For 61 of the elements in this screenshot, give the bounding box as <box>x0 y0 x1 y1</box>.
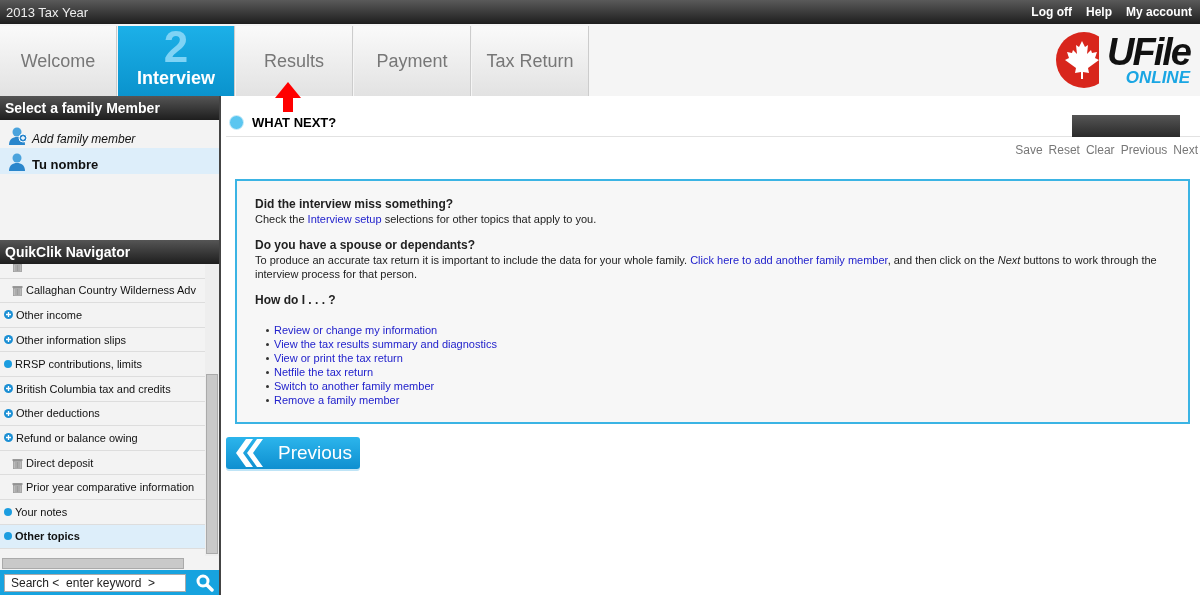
plus-icon <box>4 335 13 345</box>
dot-icon <box>4 360 12 369</box>
top-link[interactable]: Log off <box>1031 5 1072 19</box>
bullet-icon <box>266 384 269 388</box>
status-dot <box>229 114 244 130</box>
add-person-icon <box>8 126 28 146</box>
inline-link[interactable]: Click here to add another family member <box>690 254 888 266</box>
plus-icon <box>4 408 13 418</box>
search-field[interactable]: Search < enter keyword > <box>4 573 186 592</box>
action-link[interactable]: Reset <box>1048 143 1080 157</box>
section-heading: Did the interview miss something? <box>255 197 455 211</box>
inline-link[interactable]: Interview setup <box>307 213 382 225</box>
search-icon[interactable] <box>196 573 214 592</box>
how-to-link[interactable]: View or print the tax return <box>274 351 403 365</box>
step-number: 2 <box>163 27 189 67</box>
paragraph: Check the Interview setup selections for other topics that apply to you. <box>255 212 598 226</box>
bullet-icon <box>266 398 269 402</box>
top-link[interactable]: My account <box>1126 5 1192 19</box>
how-to-link[interactable]: Netfile the tax return <box>274 365 374 379</box>
person-icon <box>8 152 28 172</box>
page-title: WHAT NEXT? <box>252 114 337 130</box>
action-link[interactable]: Previous <box>1120 143 1168 157</box>
trash-can-icon <box>12 481 23 494</box>
scrollbar[interactable] <box>205 264 219 556</box>
tab[interactable]: Payment <box>354 26 471 96</box>
action-link[interactable]: Clear <box>1085 143 1115 157</box>
dot-icon <box>4 532 12 541</box>
dot-icon <box>4 507 12 516</box>
plus-icon <box>4 384 13 394</box>
family-member-item[interactable]: Add family member <box>0 120 219 148</box>
double-chevron-icon <box>234 439 264 467</box>
how-to-link[interactable]: Review or change my information <box>274 323 438 337</box>
tax-year-title: 2013 Tax Year <box>6 4 89 20</box>
bullet-icon <box>266 356 269 360</box>
paragraph: To produce an accurate tax return it is important to include the data for your whole family. Click here to add another family member, and then click on the Next buttons to work through the interview process for that person. <box>255 253 1158 281</box>
how-to-link[interactable]: Remove a family member <box>274 393 400 407</box>
bullet-icon <box>266 370 269 374</box>
logo-tagline: ONLINE <box>1125 70 1190 86</box>
family-member-item[interactable]: Tu nombre <box>0 148 219 174</box>
top-link[interactable]: Help <box>1085 5 1112 19</box>
panel-header: QuikClik Navigator <box>0 240 219 264</box>
annotation-arrow <box>275 82 301 112</box>
how-to-link[interactable]: View the tax results summary and diagnostics <box>274 337 497 351</box>
tab[interactable]: Welcome <box>0 26 117 96</box>
trash-can-icon <box>12 284 23 297</box>
action-link[interactable]: Save <box>1015 143 1043 157</box>
how-to-link[interactable]: Switch to another family member <box>274 379 435 393</box>
section-heading: How do I . . . ? <box>255 293 337 307</box>
trash-can-icon <box>12 456 23 469</box>
bullet-icon <box>266 342 269 346</box>
navigator-item[interactable]: Other topics <box>0 524 205 550</box>
tab[interactable]: Tax Return <box>472 26 589 96</box>
panel-header: Select a family Member <box>0 96 219 120</box>
plus-icon <box>4 310 13 320</box>
action-link[interactable]: Next <box>1173 143 1198 157</box>
bullet-icon <box>266 328 269 332</box>
section-heading: Do you have a spouse or dependants? <box>255 238 477 252</box>
logo-name: UFile <box>1107 34 1190 70</box>
tab[interactable]: Results <box>236 26 353 96</box>
scrollbar[interactable] <box>0 556 219 570</box>
plus-icon <box>4 433 13 443</box>
